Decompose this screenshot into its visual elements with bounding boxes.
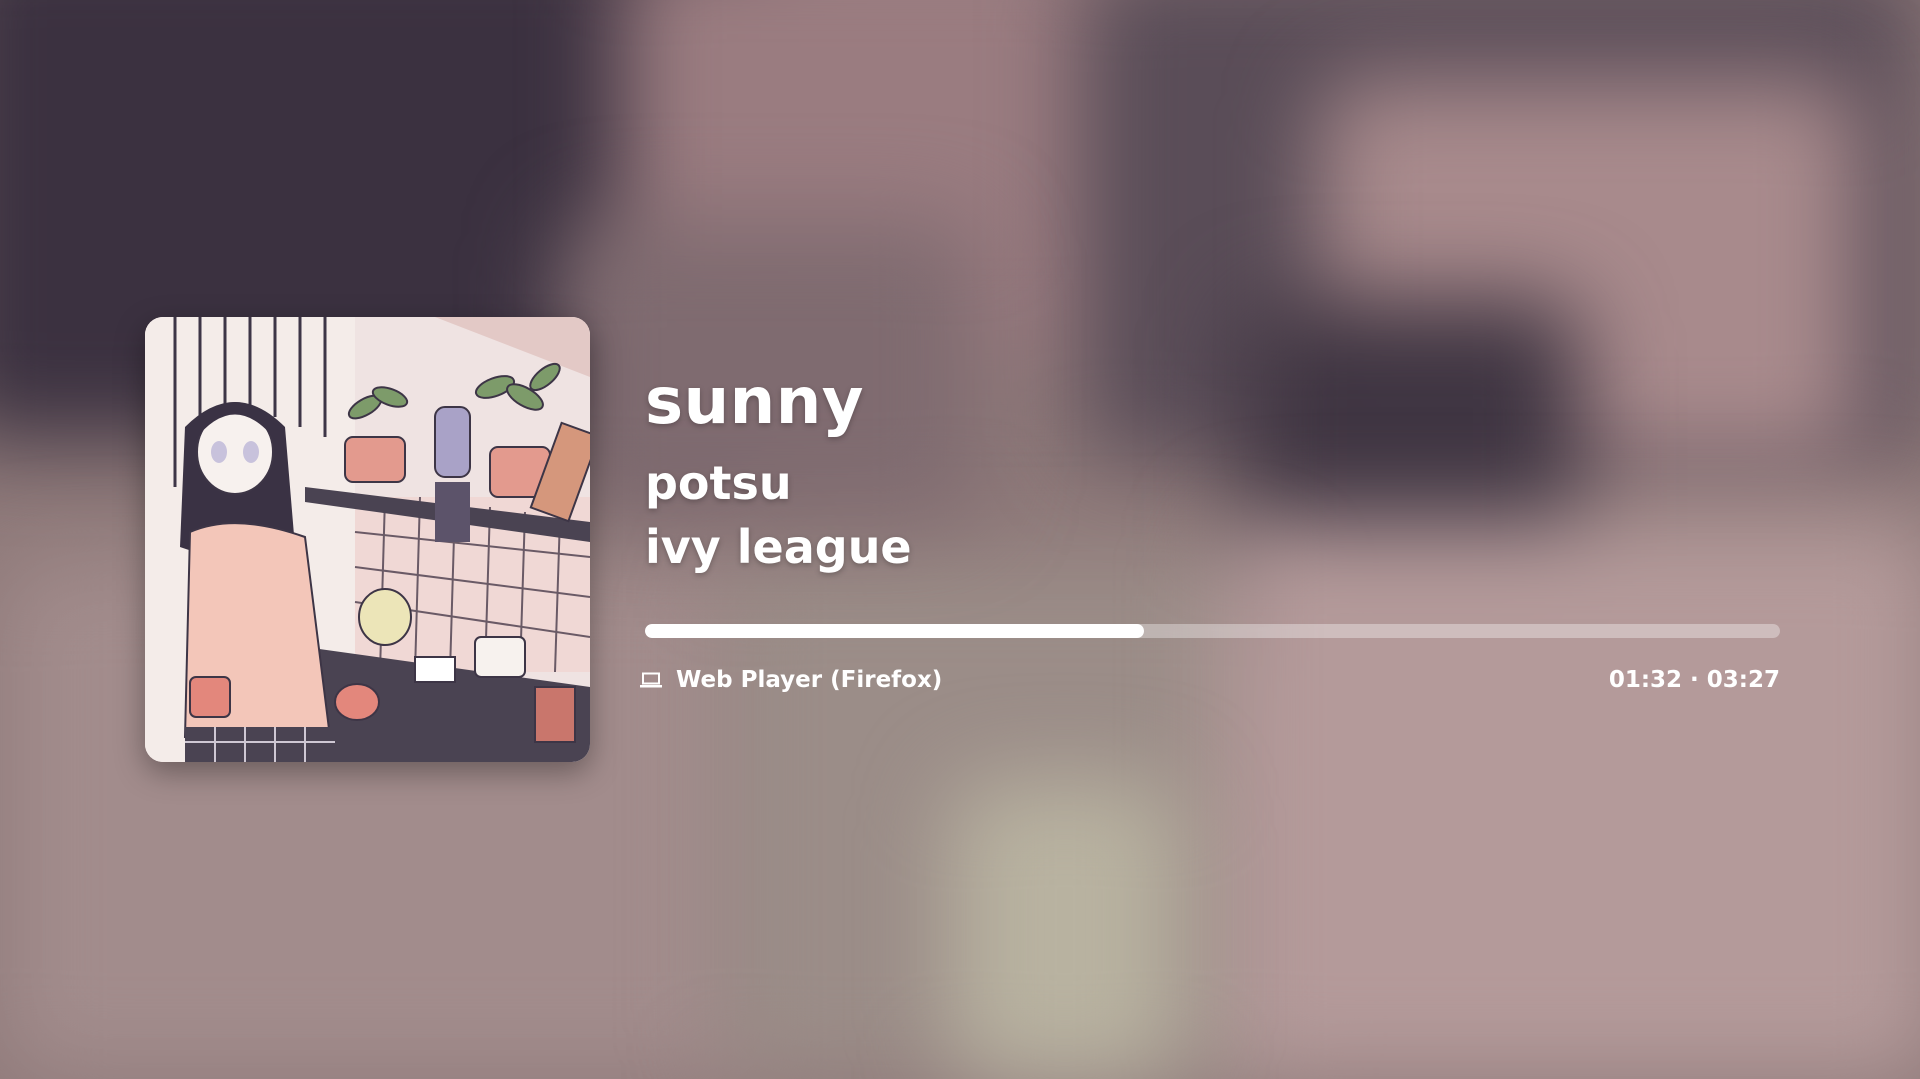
laptop-icon (640, 672, 662, 688)
progress-bar[interactable] (645, 624, 1780, 638)
track-info: sunny potsu ivy league Web Player (Firef… (640, 365, 1780, 693)
device-name: Web Player (Firefox) (676, 667, 943, 693)
track-album: ivy league (645, 520, 912, 574)
playback-meta: Web Player (Firefox) 01:32 · 03:27 (640, 665, 1780, 695)
track-artist: potsu (645, 456, 792, 510)
active-device[interactable]: Web Player (Firefox) (640, 667, 942, 693)
bg-shape (950, 780, 1180, 1079)
album-art-illustration (145, 317, 590, 762)
progress-fill (645, 624, 1145, 638)
time-display: 01:32 · 03:27 (1608, 667, 1780, 693)
album-art (145, 317, 590, 762)
bg-shape (1220, 520, 1920, 1079)
track-title: sunny (645, 365, 864, 439)
